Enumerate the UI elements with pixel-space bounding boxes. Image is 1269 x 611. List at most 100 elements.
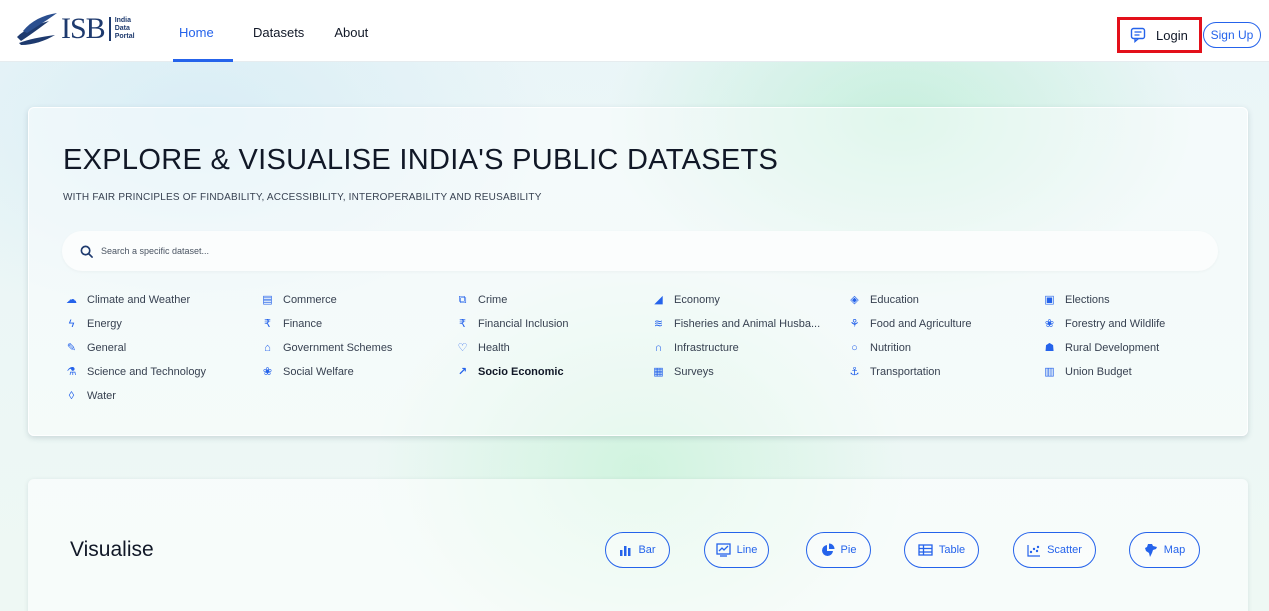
category-label: Financial Inclusion: [478, 318, 569, 330]
category-link[interactable]: ⌂ Government Schemes: [261, 340, 392, 356]
graduation-icon: ◈: [850, 293, 859, 306]
bird-logo-icon: [17, 13, 57, 45]
category-label: Climate and Weather: [87, 294, 191, 306]
nav-home[interactable]: Home: [173, 0, 233, 62]
scatter-chart-button[interactable]: Scatter: [1013, 532, 1096, 568]
map-icon: ▦: [653, 365, 664, 378]
hero-card: EXPLORE & VISUALISE INDIA'S PUBLIC DATAS…: [28, 107, 1248, 436]
rupee-icon: ₹: [264, 317, 271, 330]
line-chart-button[interactable]: Line: [704, 532, 769, 568]
chart-button-label: Pie: [840, 544, 857, 556]
category-label: Economy: [674, 294, 720, 306]
pie-chart-button[interactable]: Pie: [806, 532, 871, 568]
visualise-title: Visualise: [70, 538, 154, 561]
store-icon: ▤: [262, 293, 273, 306]
category-link[interactable]: ◢ Economy: [652, 292, 720, 308]
category-link[interactable]: ☁ Climate and Weather: [65, 292, 190, 308]
category-link[interactable]: ○ Nutrition: [848, 340, 911, 356]
category-label: Water: [87, 390, 116, 402]
nav-about[interactable]: About: [334, 0, 368, 62]
category-link[interactable]: ▤ Commerce: [261, 292, 337, 308]
page-subtitle: WITH FAIR PRINCIPLES OF FINDABILITY, ACC…: [63, 192, 542, 203]
logo-subtitle: India Data Portal: [108, 17, 135, 41]
category-link[interactable]: ❀ Social Welfare: [261, 364, 354, 380]
bar-chart-button[interactable]: Bar: [605, 532, 670, 568]
category-label: Elections: [1065, 294, 1110, 306]
category-link[interactable]: ₹ Financial Inclusion: [456, 316, 569, 332]
government-icon: ⌂: [264, 341, 271, 354]
bridge-icon: ∩: [654, 341, 663, 354]
search-bar[interactable]: [62, 231, 1218, 271]
ship-icon: ⚓: [849, 365, 860, 378]
category-label: Socio Economic: [478, 366, 564, 378]
wheat-icon: ⚘: [849, 317, 860, 330]
category-label: Crime: [478, 294, 508, 306]
category-link[interactable]: ↗ Socio Economic: [456, 364, 564, 380]
category-link[interactable]: ≋ Fisheries and Animal Husba...: [652, 316, 820, 332]
category-label: Forestry and Wildlife: [1065, 318, 1166, 330]
category-label: Rural Development: [1065, 342, 1160, 354]
category-label: Science and Technology: [87, 366, 207, 378]
category-link[interactable]: ⚘ Food and Agriculture: [848, 316, 972, 332]
bolt-icon: ϟ: [68, 317, 75, 330]
nav-datasets[interactable]: Datasets: [253, 0, 304, 62]
logo-text: ISB: [61, 12, 106, 45]
growth-icon: ◢: [654, 293, 663, 306]
category-label: Food and Agriculture: [870, 318, 972, 330]
category-link[interactable]: ❀ Forestry and Wildlife: [1043, 316, 1165, 332]
category-link[interactable]: ♡ Health: [456, 340, 510, 356]
chat-icon: [1130, 27, 1146, 43]
calculator-icon: ▥: [1044, 365, 1055, 378]
category-link[interactable]: ₹ Finance: [261, 316, 322, 332]
category-label: Health: [478, 342, 510, 354]
category-link[interactable]: ▣ Elections: [1043, 292, 1110, 308]
category-label: Government Schemes: [283, 342, 393, 354]
category-link[interactable]: ✎ General: [65, 340, 126, 356]
login-button[interactable]: Login: [1117, 17, 1202, 53]
scatter-chart-icon: [1027, 544, 1047, 557]
logo-sub-line: Portal: [114, 33, 135, 40]
logo-sub-line: Data: [114, 25, 130, 32]
chart-button-label: Scatter: [1047, 544, 1082, 556]
category-link[interactable]: ▦ Surveys: [652, 364, 714, 380]
category-link[interactable]: ϟ Energy: [65, 316, 122, 332]
category-label: Fisheries and Animal Husba...: [674, 318, 821, 330]
category-label: Social Welfare: [283, 366, 354, 378]
category-link[interactable]: ◊ Water: [65, 388, 116, 404]
table-icon: [918, 544, 939, 556]
signup-button[interactable]: Sign Up: [1203, 22, 1261, 48]
pie-chart-icon: [821, 543, 841, 557]
category-link[interactable]: ⚗ Science and Technology: [65, 364, 207, 380]
category-link[interactable]: ☗ Rural Development: [1043, 340, 1160, 356]
category-link[interactable]: ∩ Infrastructure: [652, 340, 739, 356]
category-link[interactable]: ▥ Union Budget: [1043, 364, 1132, 380]
chart-button-label: Map: [1163, 544, 1186, 556]
category-label: Surveys: [674, 366, 714, 378]
rupee-icon: ₹: [459, 317, 466, 330]
isb-logo[interactable]: ISB India Data Portal: [15, 10, 135, 48]
category-link[interactable]: ⧉ Crime: [456, 292, 508, 308]
hands-icon: ❀: [262, 365, 273, 378]
map-chart-button[interactable]: Map: [1129, 532, 1200, 568]
search-icon: [80, 245, 93, 258]
chart-button-label: Bar: [638, 544, 656, 556]
top-navbar: ISB India Data Portal Home Datasets Abou…: [0, 0, 1269, 62]
handcuff-icon: ⧉: [458, 293, 467, 306]
visualise-card: Visualise Bar Line Pie Table Scatter Map: [28, 479, 1248, 611]
chart-button-label: Table: [938, 544, 966, 556]
line-chart-icon: [715, 543, 737, 557]
paw-icon: ❀: [1044, 317, 1055, 330]
drop-icon: ◊: [68, 389, 75, 402]
india-map-icon: [1144, 543, 1164, 558]
category-link[interactable]: ◈ Education: [848, 292, 919, 308]
table-chart-button[interactable]: Table: [904, 532, 979, 568]
category-link[interactable]: ⚓ Transportation: [848, 364, 941, 380]
flask-icon: ⚗: [66, 365, 77, 378]
category-label: Nutrition: [870, 342, 911, 354]
category-label: Commerce: [283, 294, 337, 306]
cloud-sun-icon: ☁: [66, 293, 77, 306]
category-label: Transportation: [870, 366, 941, 378]
main-nav: Home Datasets About: [173, 0, 398, 62]
category-label: Union Budget: [1065, 366, 1132, 378]
search-input[interactable]: [101, 246, 1001, 256]
